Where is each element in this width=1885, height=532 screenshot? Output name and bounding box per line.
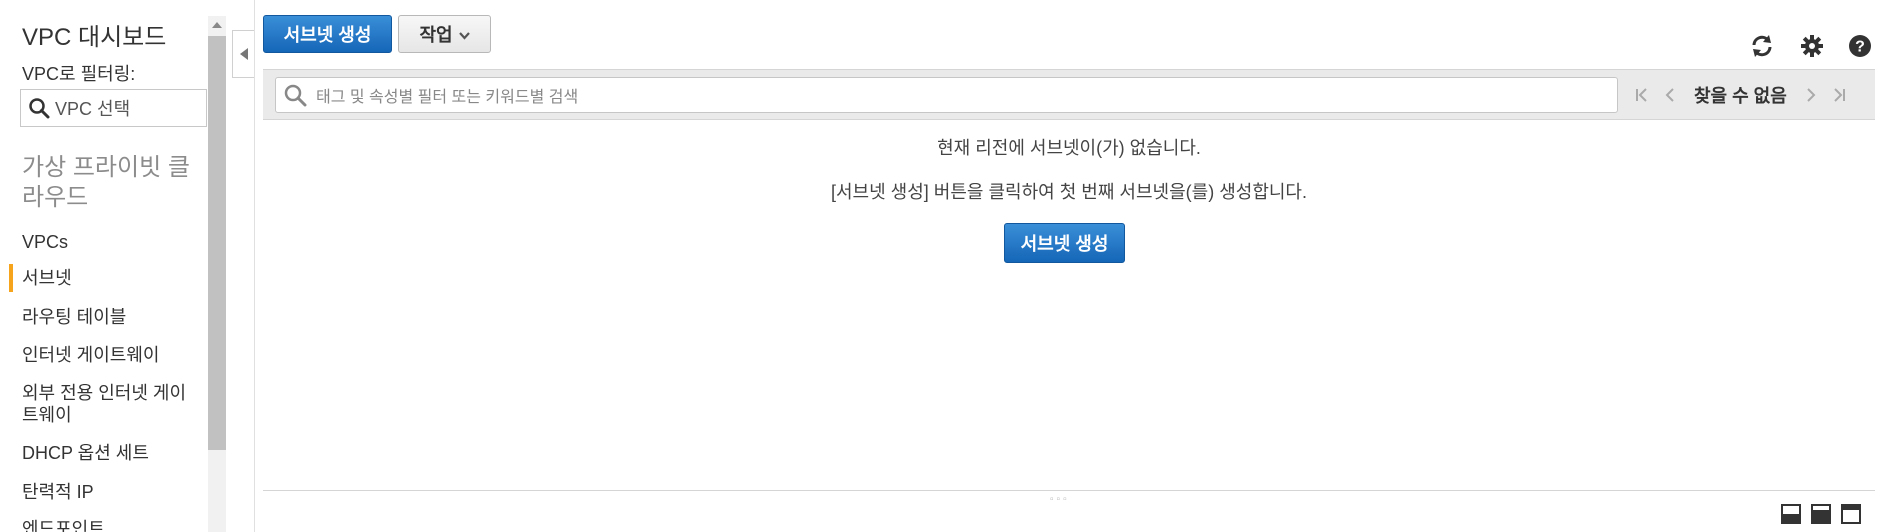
gear-icon[interactable] (1798, 32, 1826, 60)
first-page-icon[interactable] (1628, 81, 1656, 109)
actions-label: 작업 (419, 25, 453, 45)
scroll-up-icon[interactable] (208, 16, 226, 34)
create-subnet-button[interactable]: 서브넷 생성 (263, 15, 392, 53)
collapse-sidebar-button[interactable] (232, 30, 254, 78)
layout-bottom-icon[interactable] (1781, 504, 1801, 524)
empty-instruction: [서브넷 생성] 버튼을 클릭하여 첫 번째 서브넷을(를) 생성합니다. (831, 182, 1307, 202)
refresh-icon[interactable] (1748, 32, 1776, 60)
next-page-icon[interactable] (1797, 81, 1825, 109)
search-input[interactable]: 태그 및 속성별 필터 또는 키워드별 검색 (275, 77, 1618, 113)
create-subnet-button-center[interactable]: 서브넷 생성 (1004, 223, 1125, 263)
layout-split-icon[interactable] (1811, 504, 1831, 524)
sidebar-item-internet-gateways[interactable]: 인터넷 게이트웨이 (22, 344, 202, 366)
pagination-status: 찾을 수 없음 (1694, 86, 1787, 106)
resize-grip-icon[interactable]: ▫▫▫ (1050, 494, 1070, 505)
sidebar-item-subnets[interactable]: 서브넷 (22, 267, 202, 289)
layout-top-icon[interactable] (1841, 504, 1861, 524)
vpc-filter-label: VPC로 필터링: (22, 64, 136, 84)
search-placeholder: 태그 및 속성별 필터 또는 키워드별 검색 (316, 89, 579, 106)
search-icon (282, 82, 308, 108)
filter-bar: 태그 및 속성별 필터 또는 키워드별 검색 찾을 수 없음 (263, 69, 1875, 120)
last-page-icon[interactable] (1825, 81, 1853, 109)
sidebar-title: VPC 대시보드 (22, 24, 167, 51)
sidebar-item-dhcp-options[interactable]: DHCP 옵션 세트 (22, 442, 202, 464)
sidebar-item-elastic-ips[interactable]: 탄력적 IP (22, 481, 202, 503)
svg-text:?: ? (1855, 39, 1865, 56)
sidebar-item-egress-only-igw[interactable]: 외부 전용 인터넷 게이트웨이 (22, 382, 202, 426)
sidebar-content: VPC 대시보드 VPC로 필터링: VPC 선택 가상 프라이빗 클라우드 V… (0, 0, 207, 532)
sidebar: VPC 대시보드 VPC로 필터링: VPC 선택 가상 프라이빗 클라우드 V… (0, 0, 208, 532)
chevron-down-icon (458, 24, 470, 45)
sidebar-item-endpoints[interactable]: 엔드포인트 (22, 518, 202, 532)
scrollbar-thumb[interactable] (208, 36, 226, 450)
split-divider[interactable] (263, 490, 1875, 491)
sidebar-item-route-tables[interactable]: 라우팅 테이블 (22, 306, 202, 328)
prev-page-icon[interactable] (1656, 81, 1684, 109)
active-indicator (9, 264, 13, 292)
help-icon[interactable]: ? (1846, 32, 1874, 60)
search-icon (27, 96, 51, 120)
actions-dropdown[interactable]: 작업 (398, 15, 491, 53)
main-content: 서브넷 생성 작업 ? 태그 및 속성별 필터 또는 키워드별 검색 찾을 수 … (263, 0, 1885, 532)
divider (254, 0, 255, 532)
chevron-left-icon (239, 48, 248, 60)
section-title: 가상 프라이빗 클라우드 (22, 154, 190, 211)
pagination: 찾을 수 없음 (1628, 80, 1853, 110)
vpc-select[interactable]: VPC 선택 (20, 89, 207, 127)
empty-message: 현재 리전에 서브넷이(가) 없습니다. (937, 138, 1201, 158)
vpc-select-placeholder: VPC 선택 (55, 99, 131, 119)
sidebar-scrollbar[interactable] (208, 16, 226, 532)
sidebar-item-vpcs[interactable]: VPCs (22, 231, 202, 253)
